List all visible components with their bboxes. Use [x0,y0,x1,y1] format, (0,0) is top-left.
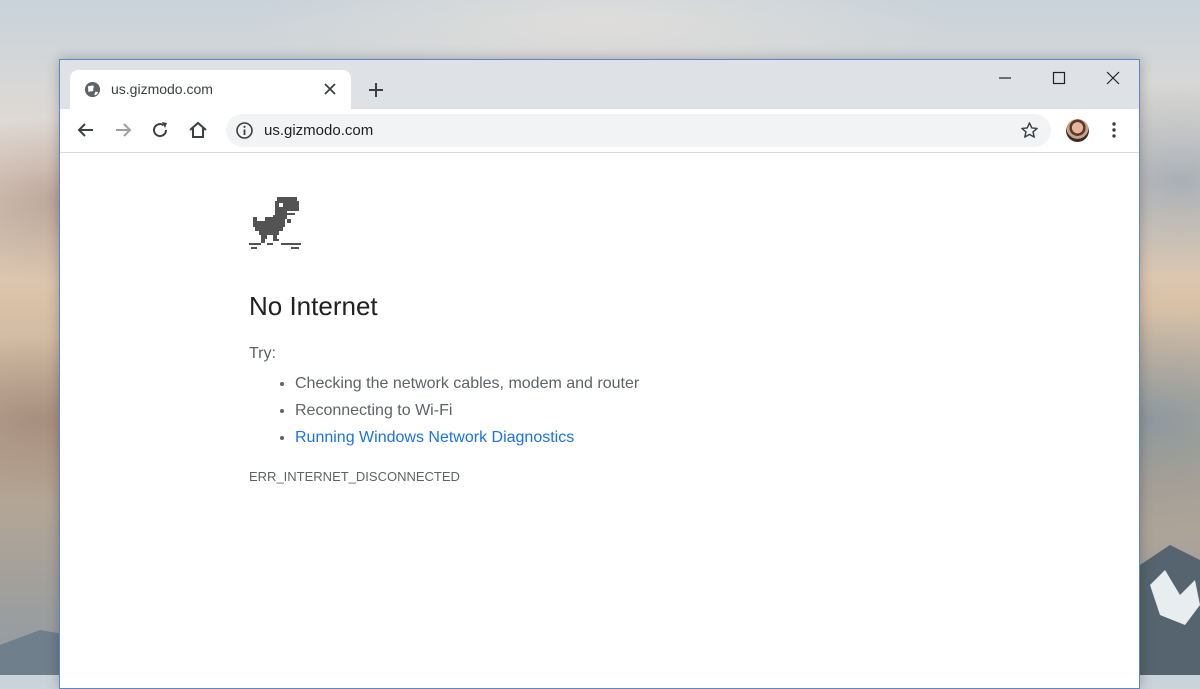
info-icon[interactable] [235,121,254,140]
list-item: Checking the network cables, modem and r… [295,370,639,397]
browser-toolbar: us.gizmodo.com [60,109,1139,153]
tab-active[interactable]: us.gizmodo.com [70,70,351,109]
forward-button[interactable] [112,119,134,141]
dino-icon[interactable] [249,197,301,249]
page-content: No Internet Try: Checking the network ca… [60,153,1139,688]
close-icon[interactable] [322,81,338,97]
reload-button[interactable] [149,119,171,141]
tab-strip: us.gizmodo.com [60,60,1139,109]
tab-title: us.gizmodo.com [111,81,213,97]
browser-window: us.gizmodo.com us.gizmodo.com No Interne… [59,59,1140,689]
minimize-button[interactable] [982,66,1028,90]
globe-icon [84,81,101,98]
maximize-button[interactable] [1036,66,1082,90]
suggestion-text: Checking the network cables, modem and r… [295,375,640,392]
list-item: Reconnecting to Wi-Fi [295,397,639,424]
home-button[interactable] [187,119,209,141]
network-diagnostics-link[interactable]: Running Windows Network Diagnostics [295,429,574,446]
error-code: ERR_INTERNET_DISCONNECTED [249,469,460,484]
list-item: Running Windows Network Diagnostics [295,424,639,451]
address-bar[interactable]: us.gizmodo.com [226,114,1051,147]
suggestion-text: Reconnecting to Wi-Fi [295,402,453,419]
profile-avatar[interactable] [1066,119,1089,142]
new-tab-button[interactable] [365,79,387,101]
page-title: No Internet [249,291,378,321]
suggestion-list: Checking the network cables, modem and r… [249,370,639,451]
kebab-icon[interactable] [1106,119,1122,141]
star-icon[interactable] [1020,121,1039,140]
try-label: Try: [249,345,276,362]
window-close-button[interactable] [1090,66,1136,90]
url-text[interactable]: us.gizmodo.com [264,122,373,139]
back-button[interactable] [75,119,97,141]
